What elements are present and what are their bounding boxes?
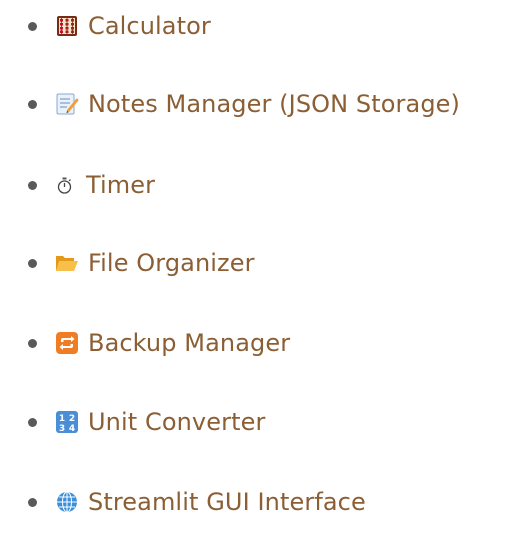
globe-icon xyxy=(55,490,79,514)
bullet-icon xyxy=(28,22,37,31)
memo-icon xyxy=(55,92,79,116)
open-folder-icon xyxy=(55,251,79,275)
bullet-icon xyxy=(28,100,37,109)
svg-text:2: 2 xyxy=(69,414,75,424)
feature-label: Unit Converter xyxy=(88,408,266,436)
feature-label: Streamlit GUI Interface xyxy=(88,488,366,516)
feature-label: Timer xyxy=(86,171,156,199)
repeat-arrows-icon xyxy=(55,331,79,355)
bullet-icon xyxy=(28,418,37,427)
bullet-icon xyxy=(28,498,37,507)
feature-label: Calculator xyxy=(88,12,211,40)
bullet-icon xyxy=(28,259,37,268)
number-keypad-icon: 1 2 3 4 xyxy=(55,410,79,434)
feature-label: Notes Manager (JSON Storage) xyxy=(88,90,460,118)
feature-label: File Organizer xyxy=(88,249,255,277)
bullet-icon xyxy=(28,339,37,348)
abacus-icon xyxy=(55,14,79,38)
feature-label: Backup Manager xyxy=(88,329,291,357)
svg-text:4: 4 xyxy=(69,424,75,433)
svg-text:3: 3 xyxy=(59,424,65,433)
svg-text:1: 1 xyxy=(59,414,65,424)
bullet-icon xyxy=(28,181,37,190)
stopwatch-icon xyxy=(55,173,73,197)
